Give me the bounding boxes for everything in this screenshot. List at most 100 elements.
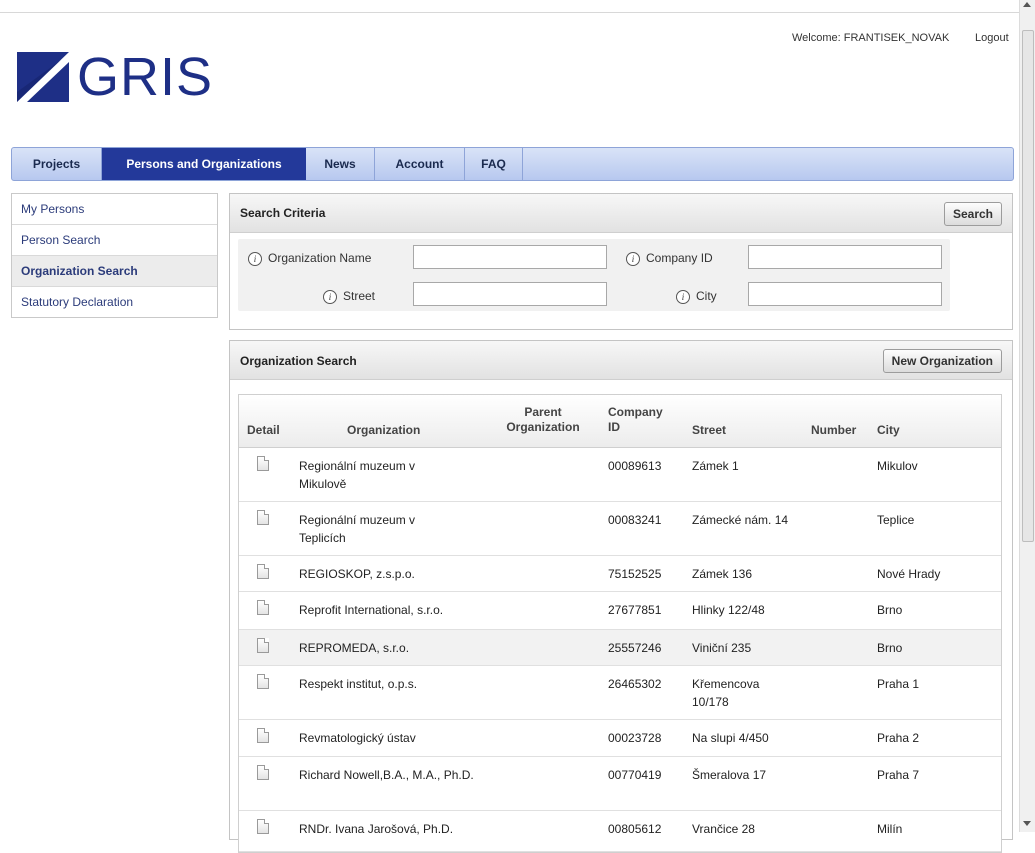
scroll-down-arrow-icon[interactable] <box>1023 821 1031 826</box>
cell-street: Zámecké nám. 14 <box>692 513 789 527</box>
cell-company-id: 00023728 <box>608 731 662 745</box>
cell-city: Mikulov <box>877 459 918 473</box>
cell-street: Viniční 235 <box>692 641 752 655</box>
logo-mark-icon <box>17 52 69 102</box>
tab-faq[interactable]: FAQ <box>465 148 523 180</box>
cell-organization: REGIOSKOP, z.s.p.o. <box>299 567 415 581</box>
cell-city: Brno <box>877 603 903 617</box>
cell-company-id: 26465302 <box>608 677 662 691</box>
search-criteria-header: Search Criteria Search <box>230 194 1012 233</box>
scroll-up-arrow-icon[interactable] <box>1023 2 1031 7</box>
browser-top-edge <box>0 0 1020 13</box>
table-row[interactable]: REPROMEDA, s.r.o. 25557246 Viniční 235 B… <box>239 630 1001 666</box>
search-criteria-form: i Organization Name i Company ID i Street i… <box>238 239 950 311</box>
cell-street: Na slupi 4/450 <box>692 731 769 745</box>
cell-street: Křemencova 10/178 <box>692 677 760 709</box>
column-city[interactable]: City <box>877 423 900 438</box>
cell-organization: Regionální muzeum v Teplicích <box>299 513 416 545</box>
column-company-id[interactable]: Company ID <box>608 405 663 435</box>
cell-company-id: 00089613 <box>608 459 662 473</box>
column-parent-organization[interactable]: Parent Organization <box>503 405 583 435</box>
cell-organization: Richard Nowell,B.A., M.A., Ph.D. <box>299 768 474 782</box>
document-icon[interactable] <box>257 674 269 689</box>
cell-city: Teplice <box>877 513 915 527</box>
info-icon[interactable]: i <box>676 289 690 304</box>
cell-company-id: 25557246 <box>608 641 662 655</box>
organization-search-panel: Organization Search New Organization Det… <box>229 340 1013 853</box>
search-criteria-title: Search Criteria <box>240 206 326 220</box>
welcome-message: Welcome: FRANTISEK_NOVAK <box>792 32 950 44</box>
table-row[interactable]: Revmatologický ústav 00023728 Na slupi 4… <box>239 720 1001 757</box>
table-row[interactable]: Regionální muzeum v Mikulově 00089613 Zá… <box>239 448 1001 502</box>
cell-street: Vrančice 28 <box>692 822 755 836</box>
column-number[interactable]: Number <box>811 423 856 438</box>
cell-street: Šmeralova 17 <box>692 768 767 782</box>
sidebar: My Persons Person Search Organization Se… <box>11 193 218 318</box>
info-icon[interactable]: i <box>626 251 640 266</box>
table-row[interactable]: Reprofit International, s.r.o. 27677851 … <box>239 592 1001 630</box>
cell-company-id: 75152525 <box>608 567 662 581</box>
tab-projects[interactable]: Projects <box>12 148 102 180</box>
new-organization-button[interactable]: New Organization <box>882 349 1002 373</box>
cell-city: Nové Hrady <box>877 567 941 581</box>
table-header: Detail Organization Parent Organization … <box>239 395 1001 448</box>
results-table: Detail Organization Parent Organization … <box>238 394 1002 853</box>
page-scrollbar[interactable] <box>1019 0 1035 832</box>
cell-city: Milín <box>877 822 903 836</box>
tab-account[interactable]: Account <box>375 148 465 180</box>
company-id-label: i Company ID <box>626 251 713 266</box>
column-organization[interactable]: Organization <box>347 423 420 438</box>
cell-company-id: 00805612 <box>608 822 662 836</box>
street-label: i Street <box>323 289 375 304</box>
table-row[interactable]: Richard Nowell,B.A., M.A., Ph.D. 0077041… <box>239 757 1001 811</box>
main-navigation: Projects Persons and Organizations News … <box>11 147 1014 181</box>
search-button[interactable]: Search <box>943 202 1002 226</box>
organization-search-title: Organization Search <box>240 354 357 368</box>
cell-city: Praha 7 <box>877 768 920 782</box>
info-icon[interactable]: i <box>248 251 262 266</box>
gris-logo[interactable]: GRIS <box>17 47 214 107</box>
column-street[interactable]: Street <box>692 423 726 438</box>
cell-company-id: 00770419 <box>608 768 662 782</box>
sidebar-item-statutory-declaration[interactable]: Statutory Declaration <box>12 287 217 317</box>
cell-city: Praha 2 <box>877 731 920 745</box>
cell-company-id: 27677851 <box>608 603 662 617</box>
cell-city: Praha 1 <box>877 677 920 691</box>
logout-link[interactable]: Logout <box>975 32 1009 44</box>
cell-organization: Respekt institut, o.p.s. <box>299 677 418 691</box>
cell-street: Hlinky 122/48 <box>692 603 765 617</box>
document-icon[interactable] <box>257 510 269 525</box>
logo-text: GRIS <box>77 47 214 107</box>
cell-street: Zámek 136 <box>692 567 753 581</box>
info-icon[interactable]: i <box>323 289 337 304</box>
search-criteria-panel: Search Criteria Search i Organization Nam… <box>229 193 1013 330</box>
document-icon[interactable] <box>257 564 269 579</box>
table-row[interactable]: REGIOSKOP, z.s.p.o. 75152525 Zámek 136 N… <box>239 556 1001 592</box>
cell-organization: Reprofit International, s.r.o. <box>299 603 444 617</box>
sidebar-item-person-search[interactable]: Person Search <box>12 225 217 256</box>
city-input[interactable] <box>748 282 942 306</box>
document-icon[interactable] <box>257 728 269 743</box>
document-icon[interactable] <box>257 765 269 780</box>
cell-organization: RNDr. Ivana Jarošová, Ph.D. <box>299 822 454 836</box>
scrollbar-thumb[interactable] <box>1022 30 1034 542</box>
city-label: i City <box>676 289 717 304</box>
sidebar-item-my-persons[interactable]: My Persons <box>12 194 217 225</box>
table-row[interactable]: Respekt institut, o.p.s. 26465302 Křemen… <box>239 666 1001 720</box>
document-icon[interactable] <box>257 600 269 615</box>
organization-search-header: Organization Search New Organization <box>230 341 1012 380</box>
company-id-input[interactable] <box>748 245 942 269</box>
street-input[interactable] <box>413 282 607 306</box>
document-icon[interactable] <box>257 456 269 471</box>
tab-news[interactable]: News <box>306 148 375 180</box>
sidebar-item-organization-search[interactable]: Organization Search <box>12 256 217 287</box>
table-row[interactable]: Regionální muzeum v Teplicích 00083241 Z… <box>239 502 1001 556</box>
column-detail[interactable]: Detail <box>247 423 280 438</box>
document-icon[interactable] <box>257 638 269 653</box>
cell-organization: Regionální muzeum v Mikulově <box>299 459 416 491</box>
cell-organization: Revmatologický ústav <box>299 731 416 745</box>
cell-city: Brno <box>877 641 903 655</box>
cell-street: Zámek 1 <box>692 459 739 473</box>
tab-persons-and-organizations[interactable]: Persons and Organizations <box>102 148 306 180</box>
organization-name-input[interactable] <box>413 245 607 269</box>
